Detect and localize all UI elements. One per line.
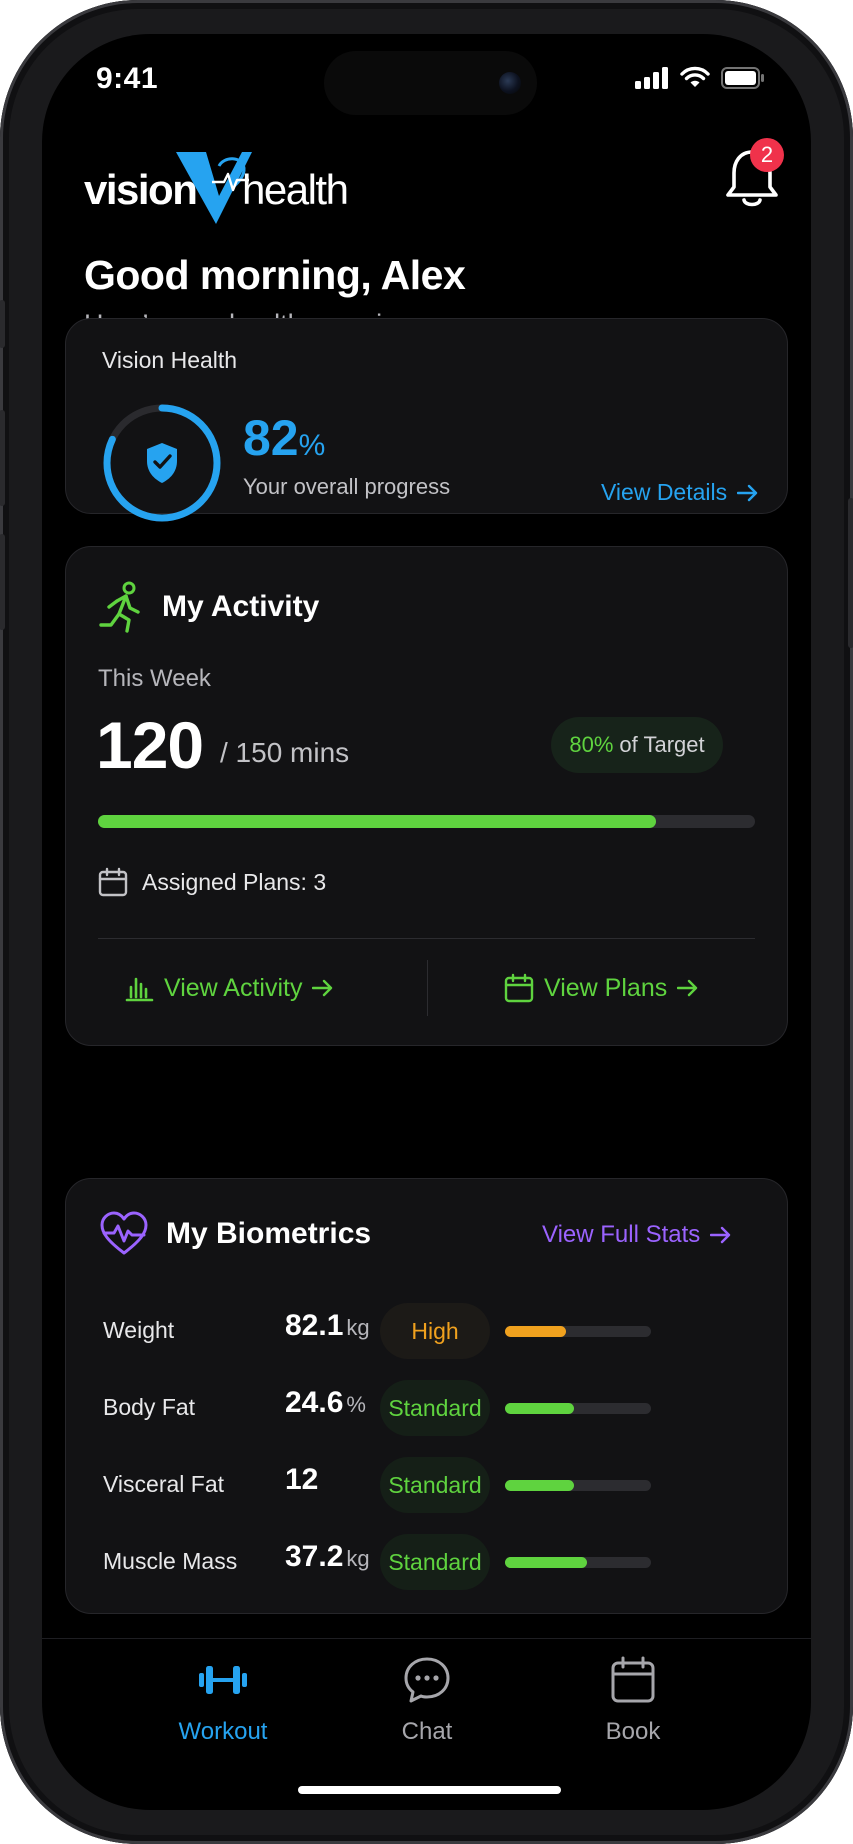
biometric-label: Weight [103,1317,175,1343]
biometric-level-bar [505,1326,651,1337]
divider [42,1638,811,1639]
phone-frame: 9:41 vision health 2 Good morning, Alex … [0,0,853,1844]
vision-health-title: Vision Health [102,347,238,373]
target-badge: 80% of Target [551,717,723,773]
calendar-icon [504,973,534,1003]
biometric-level-bar [505,1403,651,1414]
status-icons [635,66,765,90]
arrow-right-icon [737,484,758,501]
notification-badge: 2 [750,138,784,172]
vision-health-logo: vision health [84,152,349,224]
view-details-link[interactable]: View Details [601,479,759,506]
biometric-row-weight[interactable]: Weight 82.1 kg High [66,1303,787,1359]
divider-vertical [427,960,428,1016]
biometrics-title: My Biometrics [166,1217,372,1250]
progress-ring [103,404,221,522]
nav-item-chat[interactable]: Chat [342,1654,512,1746]
power-button [848,498,853,648]
activity-target-mins: / 150 mins [220,737,350,768]
arrow-right-icon [312,979,333,997]
status-badge: Standard [380,1457,490,1513]
biometric-level-fill [505,1480,574,1491]
arrow-right-icon [710,1226,731,1244]
bottom-nav: Workout Chat Book [42,1654,811,1764]
bar-chart-icon [125,977,154,1002]
activity-minutes: 120 [96,708,204,782]
screen: 9:41 vision health 2 Good morning, Alex … [42,34,811,1810]
biometric-row-muscle-mass[interactable]: Muscle Mass 37.2 kg Standard [66,1534,787,1590]
dynamic-island [324,51,537,115]
status-badge: Standard [380,1534,490,1590]
svg-text:vision: vision [84,166,196,213]
biometric-level-bar [505,1557,651,1568]
biometric-row-visceral-fat[interactable]: Visceral Fat 12 Standard [66,1457,787,1513]
greeting-title: Good morning, Alex [84,252,466,298]
arrow-right-icon [677,979,698,997]
vision-health-card: Vision Health 82% Your overall progress … [65,318,788,522]
volume-down-button [0,534,5,630]
status-badge: High [380,1303,490,1359]
biometric-level-fill [505,1403,574,1414]
biometric-level-fill [505,1326,567,1337]
biometric-value: 12 [285,1463,319,1496]
heart-pulse-icon [100,1211,148,1255]
view-plans-link[interactable]: View Plans [504,973,699,1003]
calendar-icon [98,867,128,897]
nav-label: Book [605,1718,661,1745]
assigned-plans-label: Assigned Plans: 3 [142,868,327,895]
activity-card: My Activity This Week 120 / 150 mins 80%… [65,546,788,1046]
nav-item-workout[interactable]: Workout [138,1654,308,1746]
nav-label: Workout [178,1718,268,1745]
activity-progress-bar [98,815,755,828]
camera-icon [499,72,521,94]
status-time: 9:41 [96,62,159,95]
biometric-row-body-fat[interactable]: Body Fat 24.6% Standard [66,1380,787,1436]
signal-icon [635,67,668,89]
nav-item-book[interactable]: Book [548,1654,718,1746]
running-person-icon [99,581,140,633]
biometric-label: Muscle Mass [103,1548,238,1574]
activity-progress-fill [98,815,657,828]
nav-label: Chat [401,1718,453,1745]
biometric-label: Body Fat [103,1394,196,1420]
assigned-plans-row: Assigned Plans: 3 [98,867,326,897]
home-indicator [298,1786,561,1794]
view-activity-link[interactable]: View Activity [124,973,334,1003]
calendar-icon [611,1656,655,1703]
dumbbell-icon [199,1666,247,1694]
action-button [0,300,5,348]
biometric-level-fill [505,1557,587,1568]
biometric-value: 24.6% [285,1386,366,1419]
divider [98,938,755,939]
biometric-label: Visceral Fat [103,1471,225,1497]
status-badge: Standard [380,1380,490,1436]
overall-progress-label: Your overall progress [243,474,451,499]
activity-period: This Week [98,665,211,692]
overall-progress-value: 82% [243,410,326,466]
biometric-level-bar [505,1480,651,1491]
battery-icon [721,67,764,89]
volume-up-button [0,410,5,506]
view-full-stats-link[interactable]: View Full Stats [542,1221,732,1249]
chat-icon [404,1657,450,1703]
biometrics-card: My Biometrics View Full Stats Weight 82.… [65,1178,788,1614]
biometric-value: 37.2 kg [285,1540,370,1573]
wifi-icon [680,66,710,87]
activity-title: My Activity [162,590,320,623]
biometric-value: 82.1 kg [285,1309,370,1342]
svg-text:health: health [242,166,347,213]
